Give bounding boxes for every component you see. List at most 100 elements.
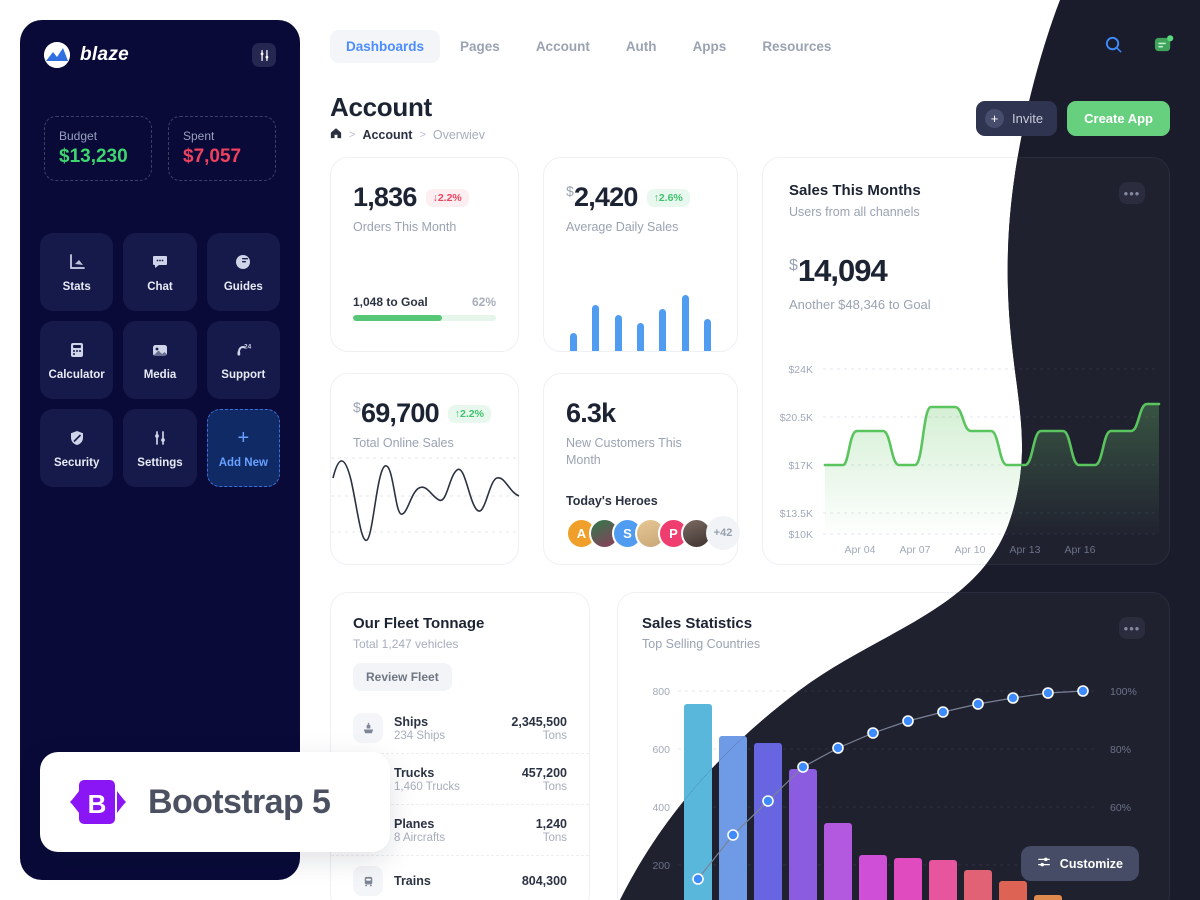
orders-value: 1,836 (353, 182, 417, 212)
book-icon (234, 251, 252, 273)
ellipsis-icon[interactable]: ••• (1119, 617, 1145, 639)
sidebar-tile-settings[interactable]: Settings (123, 409, 197, 487)
budget-label: Budget (59, 129, 98, 143)
review-fleet-button[interactable]: Review Fleet (353, 663, 452, 691)
bootstrap-badge-text: Bootstrap 5 (148, 782, 331, 821)
svg-text:600: 600 (652, 744, 670, 756)
brand[interactable]: blaze (44, 42, 129, 68)
sliders-icon[interactable] (252, 43, 276, 67)
chat-bubble-icon (151, 251, 169, 273)
fleet-row-unit: Tons (542, 780, 567, 793)
online-value: $69,700 (353, 398, 440, 428)
fleet-row-value: 457,200 Tons (522, 766, 567, 793)
fleet-row-value: 2,345,500 Tons (511, 715, 567, 742)
ellipsis-icon[interactable]: ••• (1119, 182, 1145, 204)
sidebar-tile-label: Stats (62, 281, 91, 293)
fleet-row-name: Trucks (394, 765, 435, 780)
tab-pages[interactable]: Pages (444, 30, 516, 63)
message-badge-icon[interactable] (1153, 34, 1174, 60)
orders-goal-row: 1,048 to Goal 62% (353, 295, 496, 309)
tab-apps[interactable]: Apps (677, 30, 743, 63)
sidebar-tile-label: Chat (147, 281, 173, 293)
svg-text:$24K: $24K (788, 364, 813, 376)
fleet-row-text: Ships 234 Ships (394, 715, 511, 742)
fleet-row-number: 457,200 (521, 765, 567, 780)
breadcrumb: > Account > Overwiev (330, 127, 485, 142)
card-new-customers: 6.3k New Customers This Month Today's He… (543, 373, 740, 565)
svg-text:B: B (88, 789, 107, 819)
fleet-row[interactable]: Ships 234 Ships 2,345,500 Tons (331, 703, 589, 753)
budget-summary: Budget $13,230 Spent $7,057 (20, 116, 300, 181)
sidebar: blaze Budget $13,230 Spent $7,057 (20, 20, 300, 880)
tab-resources[interactable]: Resources (746, 30, 847, 63)
budget-value: $13,230 (59, 146, 128, 167)
sidebar-tile-support[interactable]: 24 Support (206, 321, 280, 399)
svg-text:$20.5K: $20.5K (780, 412, 813, 424)
heroes-title: Today's Heroes (566, 494, 658, 508)
sidebar-tile-calculator[interactable]: Calculator (40, 321, 114, 399)
sidebar-tile-label: Add New (218, 457, 268, 469)
spent-value: $7,057 (183, 146, 242, 167)
sidebar-tile-media[interactable]: Media (123, 321, 197, 399)
breadcrumb-separator: > (349, 128, 356, 141)
sidebar-tile-grid: Stats Chat Guides Calculator Media 24 Su… (20, 233, 300, 487)
sidebar-tile-security[interactable]: Security (40, 409, 114, 487)
card-average-daily-sales: $2,420 ↑2.6% Average Daily Sales (543, 157, 738, 352)
sidebar-tile-chat[interactable]: Chat (123, 233, 197, 311)
svg-text:Apr 16: Apr 16 (1065, 544, 1096, 556)
breadcrumb-item-overview: Overwiev (432, 127, 485, 142)
fleet-row-name: Trains (394, 874, 431, 888)
sidebar-tile-stats[interactable]: Stats (40, 233, 114, 311)
budget-box[interactable]: Budget $13,230 (44, 116, 152, 181)
orders-progress-fill (353, 315, 442, 321)
minibar (681, 295, 689, 351)
fleet-row[interactable]: Trains 804,300 (331, 855, 589, 900)
svg-text:800: 800 (652, 686, 670, 698)
spent-box[interactable]: Spent $7,057 (168, 116, 276, 181)
fleet-row-meta: 8 Aircrafts (394, 831, 446, 844)
heroes-avatar-group: A S P +42 (566, 516, 740, 550)
fleet-row-text: Trains (394, 874, 522, 888)
top-navigation: Dashboards Pages Account Auth Apps Resou… (330, 30, 847, 63)
bootstrap-logo-icon: B (70, 774, 126, 830)
minibar (636, 323, 644, 351)
tab-account[interactable]: Account (520, 30, 606, 63)
fleet-row-text: Planes 8 Aircrafts (394, 817, 536, 844)
fleet-row-value: 1,240 Tons (536, 817, 567, 844)
plus-icon: + (237, 426, 250, 449)
avg-value: $2,420 (566, 182, 638, 212)
fleet-row-meta: 1,460 Trucks (394, 780, 460, 793)
sliders-icon (1037, 855, 1051, 872)
orders-delta-badge: ↓2.2% (425, 188, 469, 207)
sidebar-tile-add-new[interactable]: + Add New (206, 409, 280, 487)
shield-icon (68, 427, 86, 449)
sidebar-tile-label: Support (221, 369, 266, 381)
sidebar-tile-label: Media (143, 369, 177, 381)
svg-text:Apr 07: Apr 07 (900, 544, 931, 556)
breadcrumb-item-account[interactable]: Account (362, 128, 412, 142)
avg-delta-badge: ↑2.6% (646, 188, 690, 207)
fleet-row-number: 804,300 (521, 874, 567, 888)
top-icon-group (1104, 34, 1174, 60)
orders-stat-row: 1,836 ↓2.2% (331, 158, 518, 211)
search-icon[interactable] (1104, 35, 1123, 59)
bootstrap-badge: B Bootstrap 5 (40, 752, 390, 852)
breadcrumb-separator: > (419, 128, 426, 141)
fleet-title: Our Fleet Tonnage (353, 615, 485, 632)
fleet-row-unit: Tons (542, 729, 567, 742)
fleet-row-name: Planes (394, 816, 435, 831)
customers-label: New Customers This Month (566, 436, 682, 467)
fleet-row-number: 1,240 (535, 816, 567, 831)
orders-progress-bar (353, 315, 496, 321)
home-icon[interactable] (330, 127, 342, 142)
ship-icon (353, 713, 383, 743)
customize-button[interactable]: Customize (1021, 846, 1139, 881)
avatar-more-count[interactable]: +42 (706, 516, 740, 550)
svg-text:Apr 13: Apr 13 (1010, 544, 1041, 556)
tab-auth[interactable]: Auth (610, 30, 673, 63)
plus-icon: + (985, 109, 1005, 128)
tab-dashboards[interactable]: Dashboards (330, 30, 441, 63)
fleet-row-meta: 234 Ships (394, 729, 446, 742)
create-app-button[interactable]: Create App (1067, 101, 1170, 136)
sidebar-tile-guides[interactable]: Guides (206, 233, 280, 311)
